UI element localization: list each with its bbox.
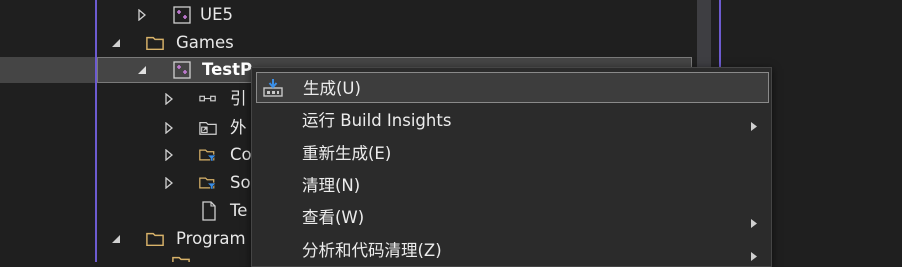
tree-item-ue5[interactable]: UE5 xyxy=(0,2,692,28)
build-icon xyxy=(262,78,284,98)
external-deps-icon xyxy=(199,119,217,137)
tree-item-label: UE5 xyxy=(200,5,233,24)
panel-frame-left xyxy=(95,0,97,262)
file-icon xyxy=(200,201,218,221)
menu-item-analyze-code-cleanup[interactable]: 分析和代码清理(Z) xyxy=(256,235,769,266)
tree-item-label: Program xyxy=(176,229,246,248)
filter-folder-icon xyxy=(199,146,217,164)
menu-item-build[interactable]: 生成(U) xyxy=(256,72,769,103)
chevron-right-icon[interactable] xyxy=(161,115,177,141)
tree-item-label: 外 xyxy=(230,118,247,137)
chevron-down-icon[interactable] xyxy=(134,57,150,83)
tree-item-label: Co xyxy=(230,145,252,164)
menu-item-label: 查看(W) xyxy=(302,208,365,227)
submenu-arrow-icon xyxy=(751,213,757,228)
references-icon xyxy=(199,90,217,108)
submenu-arrow-icon xyxy=(751,116,757,131)
chevron-right-icon[interactable] xyxy=(161,86,177,112)
tree-item-label: TestP xyxy=(202,60,253,79)
tree-item-games[interactable]: Games xyxy=(0,30,692,56)
menu-item-label: 分析和代码清理(Z) xyxy=(302,241,442,260)
chevron-right-icon[interactable] xyxy=(161,170,177,196)
folder-icon xyxy=(172,254,190,262)
chevron-down-icon[interactable] xyxy=(108,30,124,56)
menu-item-run-build-insights[interactable]: 运行 Build Insights xyxy=(256,105,769,136)
chevron-down-icon[interactable] xyxy=(108,226,124,252)
submenu-arrow-icon xyxy=(751,246,757,261)
menu-item-label: 清理(N) xyxy=(302,176,361,195)
chevron-right-icon[interactable] xyxy=(161,142,177,168)
chevron-right-icon[interactable] xyxy=(134,2,150,28)
context-menu: 生成(U) 运行 Build Insights 重新生成(E) 清理(N) 查看… xyxy=(251,67,772,267)
menu-item-label: 生成(U) xyxy=(303,79,361,98)
menu-item-label: 运行 Build Insights xyxy=(302,111,452,130)
tree-item-label: Te xyxy=(230,201,248,220)
tree-item-label: 引 xyxy=(230,89,247,108)
menu-item-rebuild[interactable]: 重新生成(E) xyxy=(256,138,769,169)
folder-icon xyxy=(146,34,164,52)
filter-folder-icon xyxy=(199,174,217,192)
menu-item-clean[interactable]: 清理(N) xyxy=(256,170,769,201)
tree-item-label: So xyxy=(230,173,251,192)
cpp-project-icon xyxy=(173,61,191,79)
menu-item-view[interactable]: 查看(W) xyxy=(256,202,769,233)
menu-item-label: 重新生成(E) xyxy=(302,144,392,163)
cpp-project-icon xyxy=(173,6,191,24)
tree-item-label: Games xyxy=(176,33,234,52)
folder-icon xyxy=(146,230,164,248)
